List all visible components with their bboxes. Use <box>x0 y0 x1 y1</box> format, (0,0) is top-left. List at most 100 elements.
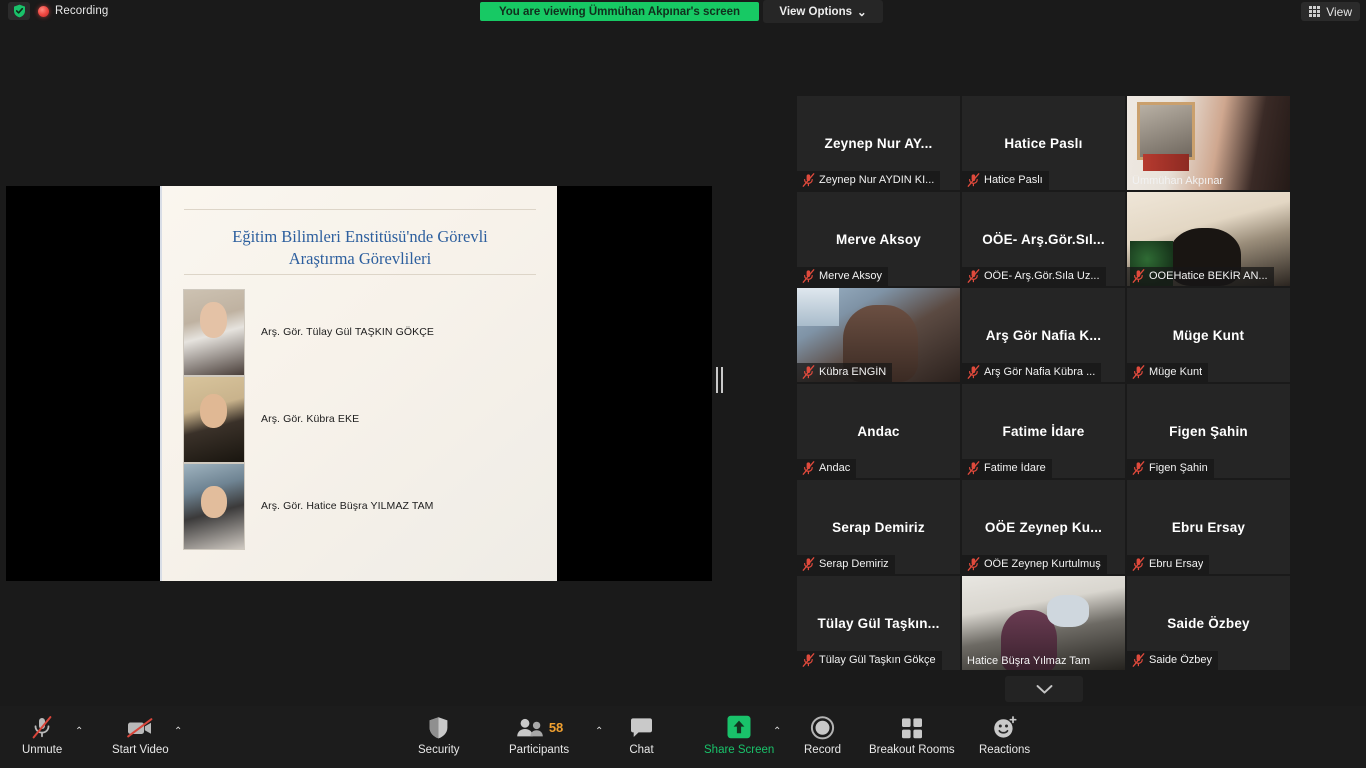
microphone-muted-icon <box>967 173 980 187</box>
person-photo <box>183 376 245 463</box>
recording-dot-icon <box>38 5 49 17</box>
record-button[interactable]: Record <box>804 714 841 756</box>
microphone-muted-icon <box>1132 557 1145 571</box>
participant-tile[interactable]: Ebru Ersay Ebru Ersay <box>1127 480 1290 574</box>
chat-button[interactable]: Chat <box>629 714 654 756</box>
slide-divider-top <box>184 209 536 210</box>
camera-off-icon <box>125 714 155 740</box>
grid-scroll-down-button[interactable] <box>1005 676 1083 702</box>
shield-icon <box>13 4 25 18</box>
participant-name-bar: Arş Gör Nafia Kübra ... <box>962 363 1102 382</box>
participant-tile[interactable]: Ümmühan Akpınar <box>1127 96 1290 190</box>
participant-name-bar: Serap Demiriz <box>797 555 895 574</box>
microphone-muted-icon <box>967 173 980 187</box>
participant-display-name: OÖE Zeynep Ku... <box>984 519 1103 535</box>
microphone-muted-icon <box>802 653 815 667</box>
participant-tile[interactable]: Kübra ENGİN <box>797 288 960 382</box>
microphone-muted-icon <box>1132 557 1145 571</box>
microphone-muted-icon <box>802 461 815 475</box>
share-screen-label: Share Screen <box>704 744 775 756</box>
audio-options-caret-icon[interactable]: ⌃ <box>75 726 83 737</box>
list-item: Arş. Gör. Kübra EKE <box>182 376 542 465</box>
viewing-screen-banner: You are viewing Ümmühan Akpınar's screen <box>480 2 759 21</box>
reactions-button[interactable]: Reactions <box>979 714 1030 756</box>
view-button-label: View <box>1326 4 1352 19</box>
participant-tile[interactable]: OÖE- Arş.Gör.Sıl... OÖE- Arş.Gör.Sıla Uz.… <box>962 192 1125 286</box>
security-label: Security <box>418 744 460 756</box>
grid-icon <box>1309 6 1321 17</box>
participant-tile[interactable]: Hatice Paslı Hatice Paslı <box>962 96 1125 190</box>
participant-tile[interactable]: Fatime İdare Fatime İdare <box>962 384 1125 478</box>
slide-people-list: Arş. Gör. Tülay Gül TAŞKIN GÖKÇE Arş. Gö… <box>182 289 542 550</box>
microphone-muted-icon <box>967 269 980 283</box>
participant-name-label: Tülay Gül Taşkın Gökçe <box>819 654 936 666</box>
participant-name-bar: Ebru Ersay <box>1127 555 1210 574</box>
participant-name-label: Merve Aksoy <box>819 270 882 282</box>
participant-name-bar: Merve Aksoy <box>797 267 888 286</box>
participant-name-bar: Müge Kunt <box>1127 363 1209 382</box>
participant-name-label: OOEHatice BEKİR AN... <box>1149 270 1268 282</box>
participant-name-bar: Figen Şahin <box>1127 459 1214 478</box>
breakout-rooms-label: Breakout Rooms <box>869 744 955 756</box>
record-label: Record <box>804 744 842 756</box>
security-button[interactable]: Security <box>418 714 460 756</box>
participant-tile[interactable]: OOEHatice BEKİR AN... <box>1127 192 1290 286</box>
participant-tile[interactable]: Saide Özbey Saide Özbey <box>1127 576 1290 670</box>
participant-name-label: Ümmühan Akpınar <box>1132 175 1224 187</box>
participant-tile[interactable]: Figen Şahin Figen Şahin <box>1127 384 1290 478</box>
participant-tile[interactable]: Hatice Büşra Yılmaz Tam <box>962 576 1125 670</box>
participant-tile[interactable]: Müge Kunt Müge Kunt <box>1127 288 1290 382</box>
recording-label: Recording <box>55 5 109 17</box>
participant-tile[interactable]: Zeynep Nur AY... Zeynep Nur AYDIN KI... <box>797 96 960 190</box>
microphone-muted-icon <box>1132 269 1145 283</box>
share-options-caret-icon[interactable]: ⌃ <box>773 726 781 737</box>
microphone-muted-icon <box>967 557 980 571</box>
share-screen-button[interactable]: Share Screen <box>704 714 774 756</box>
encryption-shield-icon[interactable] <box>8 2 30 20</box>
participants-caret-icon[interactable]: ⌃ <box>595 726 603 737</box>
person-photo <box>183 289 245 376</box>
slide-title: Eğitim Bilimleri Enstitüsü'nde Görevli A… <box>182 226 538 271</box>
participant-tile[interactable]: OÖE Zeynep Ku... OÖE Zeynep Kurtulmuş <box>962 480 1125 574</box>
participant-grid-row: Kübra ENGİN Arş Gör Nafia K... Arş Gör Naf… <box>797 288 1291 382</box>
participant-name-bar: Ümmühan Akpınar <box>1127 173 1229 190</box>
shared-screen-area[interactable]: Eğitim Bilimleri Enstitüsü'nde Görevli A… <box>6 186 712 581</box>
participant-name-label: Andac <box>819 462 851 474</box>
participant-tile[interactable]: Merve Aksoy Merve Aksoy <box>797 192 960 286</box>
participants-button[interactable]: 58 Participants <box>509 714 569 756</box>
participant-display-name: Müge Kunt <box>1172 327 1245 343</box>
record-circle-icon <box>810 714 835 740</box>
chevron-down-icon: ⌄ <box>857 6 867 19</box>
participant-name-label: Müge Kunt <box>1149 366 1203 378</box>
recording-indicator[interactable]: Recording <box>38 2 108 20</box>
participant-name-label: Zeynep Nur AYDIN KI... <box>819 174 935 186</box>
participant-tile[interactable]: Arş Gör Nafia K... Arş Gör Nafia Kübra ..… <box>962 288 1125 382</box>
meeting-toolbar: Unmute ⌃ Start Video ⌃ Security 58 Parti… <box>0 706 1366 768</box>
video-options-caret-icon[interactable]: ⌃ <box>174 726 182 737</box>
participant-grid-row: Zeynep Nur AY... Zeynep Nur AYDIN KI... Ha… <box>797 96 1291 190</box>
microphone-muted-icon <box>802 173 815 187</box>
participants-icon <box>517 718 543 736</box>
participant-tile[interactable]: Serap Demiriz Serap Demiriz <box>797 480 960 574</box>
start-video-button[interactable]: Start Video <box>112 714 169 756</box>
presentation-slide: Eğitim Bilimleri Enstitüsü'nde Görevli A… <box>160 186 557 581</box>
person-photo <box>183 463 245 550</box>
slide-title-line1: Eğitim Bilimleri Enstitüsü'nde Görevli <box>232 227 488 246</box>
participant-name-label: Hatice Büşra Yılmaz Tam <box>967 655 1091 667</box>
participant-name-label: Ebru Ersay <box>1149 558 1204 570</box>
participant-name-bar: OÖE Zeynep Kurtulmuş <box>962 555 1107 574</box>
participant-tile[interactable]: Andac Andac <box>797 384 960 478</box>
participants-count: 58 <box>548 719 564 735</box>
participant-video-grid: Zeynep Nur AY... Zeynep Nur AYDIN KI... Ha… <box>797 96 1291 672</box>
participant-tile[interactable]: Tülay Gül Taşkın... Tülay Gül Taşkın Gökç… <box>797 576 960 670</box>
participant-display-name: Zeynep Nur AY... <box>824 135 933 151</box>
view-options-button[interactable]: View Options ⌄ <box>763 0 883 23</box>
participant-grid-row: Andac Andac Fatime İdare Fatime İdare Figen … <box>797 384 1291 478</box>
view-layout-button[interactable]: View <box>1301 2 1360 21</box>
participants-label: Participants <box>509 744 570 756</box>
panel-resize-handle[interactable] <box>714 366 724 394</box>
person-name: Arş. Gör. Tülay Gül TAŞKIN GÖKÇE <box>261 326 434 338</box>
participant-display-name: Merve Aksoy <box>836 231 921 247</box>
unmute-button[interactable]: Unmute <box>22 714 62 756</box>
breakout-rooms-button[interactable]: Breakout Rooms <box>869 714 955 756</box>
